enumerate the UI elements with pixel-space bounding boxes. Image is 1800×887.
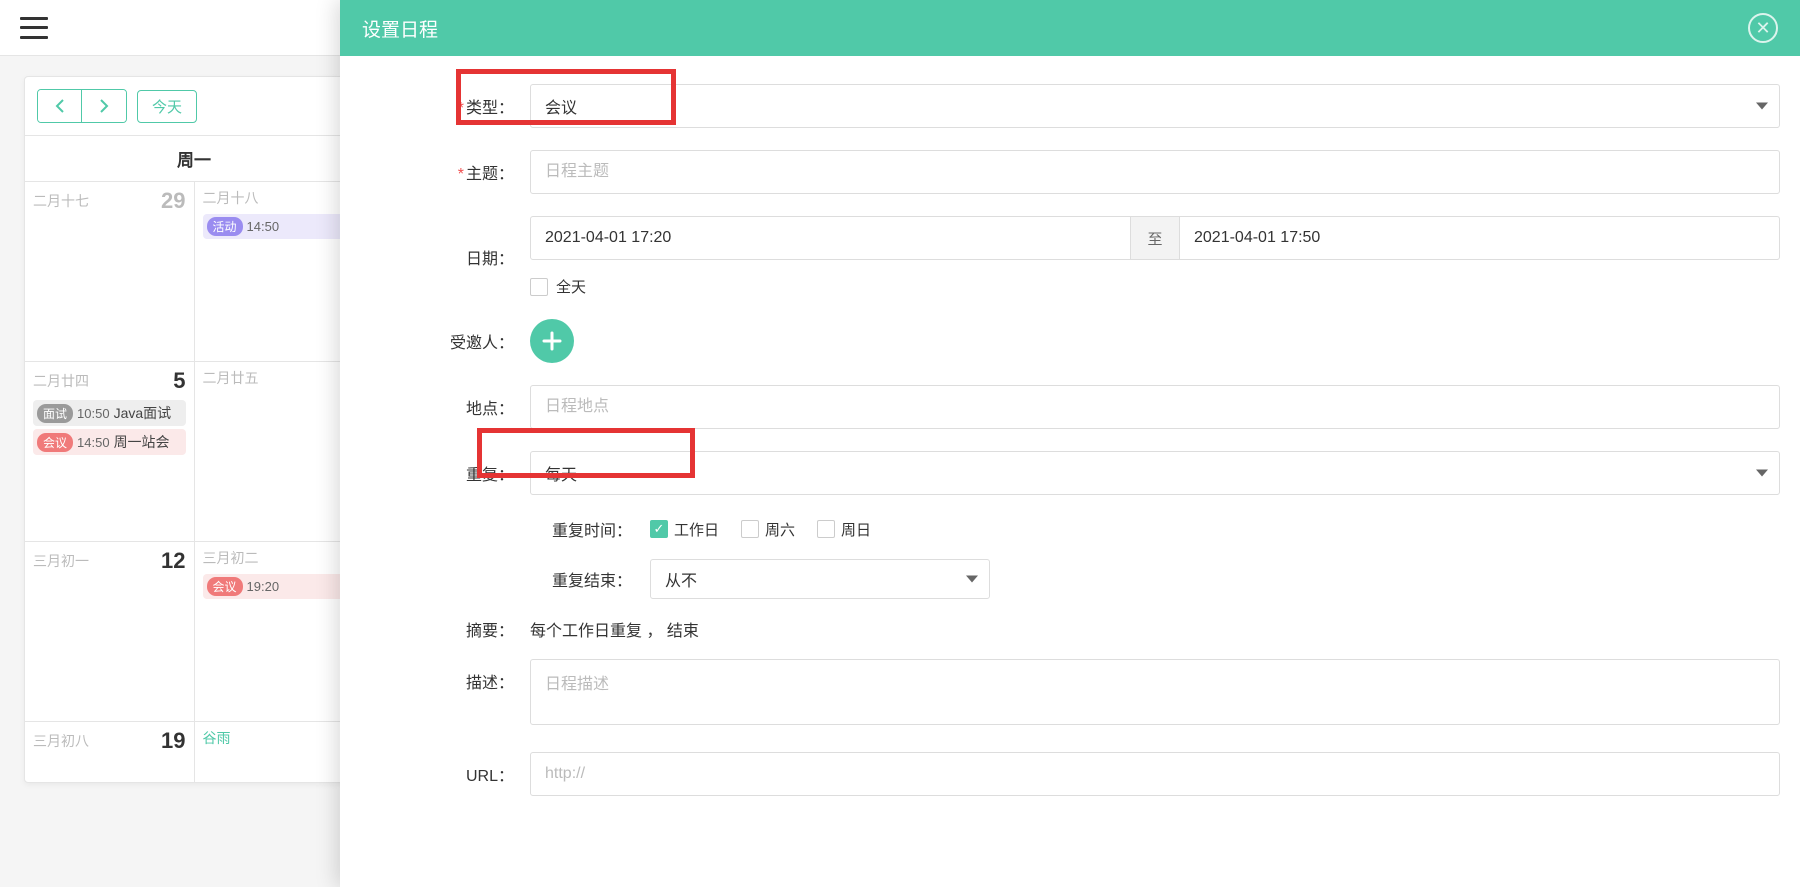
- type-label: *类型：: [440, 94, 530, 118]
- date-end-input[interactable]: [1179, 216, 1780, 260]
- allday-checkbox[interactable]: [530, 278, 548, 296]
- sunday-label: 周日: [841, 519, 871, 540]
- url-label: URL：: [440, 762, 530, 786]
- repeat-end-select[interactable]: [650, 559, 990, 599]
- next-button[interactable]: [82, 90, 126, 122]
- event-title: Java面试: [114, 403, 172, 423]
- lunar-date: 三月初八: [33, 731, 89, 751]
- workday-label: 工作日: [674, 519, 719, 540]
- location-input[interactable]: [530, 385, 1780, 429]
- lunar-date: 二月廿四: [33, 371, 89, 391]
- schedule-modal: 设置日程 ✕ *类型： *主题： 日期： 至: [340, 0, 1800, 887]
- summary-text: 每个工作日重复 ， 结束: [530, 617, 699, 641]
- sunday-checkbox[interactable]: [817, 520, 835, 538]
- solar-term: 谷雨: [203, 728, 231, 748]
- calendar-cell[interactable]: 三月初八 19: [25, 722, 195, 782]
- day-number: 29: [161, 188, 185, 214]
- event-tag: 活动: [207, 217, 243, 236]
- add-invitee-button[interactable]: [530, 319, 574, 363]
- lunar-date: 三月初二: [203, 548, 259, 568]
- day-number: 12: [161, 548, 185, 574]
- calendar-cell[interactable]: 谷雨: [195, 722, 364, 782]
- saturday-checkbox[interactable]: [741, 520, 759, 538]
- day-number: 5: [173, 368, 185, 394]
- repeat-end-label: 重复结束：: [530, 567, 650, 591]
- subject-input[interactable]: [530, 150, 1780, 194]
- calendar-panel: 今天 周一 二月十七 29 二月十八活动 14:50 二月廿四 5 面试 10:50 Java面…: [24, 76, 364, 783]
- saturday-label: 周六: [765, 519, 795, 540]
- hamburger-menu[interactable]: [20, 17, 48, 39]
- date-separator: 至: [1131, 216, 1179, 260]
- day-number: 19: [161, 728, 185, 754]
- location-label: 地点：: [440, 395, 530, 419]
- url-input[interactable]: [530, 752, 1780, 796]
- lunar-date: 二月十八: [203, 188, 259, 208]
- desc-label: 描述：: [440, 659, 530, 693]
- repeat-label: 重复：: [440, 461, 530, 485]
- calendar-event[interactable]: 面试 10:50 Java面试: [33, 400, 186, 426]
- calendar-weekday-header: 周一: [25, 135, 363, 182]
- type-select[interactable]: [530, 84, 1780, 128]
- event-time: 10:50: [77, 406, 110, 421]
- calendar-cell[interactable]: 三月初一 12: [25, 542, 195, 721]
- event-tag: 会议: [37, 433, 73, 452]
- repeat-select[interactable]: [530, 451, 1780, 495]
- today-button[interactable]: 今天: [137, 90, 197, 123]
- subject-label: *主题：: [440, 160, 530, 184]
- event-tag: 会议: [207, 577, 243, 596]
- event-time: 14:50: [77, 435, 110, 450]
- calendar-cell[interactable]: 二月廿五: [195, 362, 364, 541]
- repeat-time-label: 重复时间：: [530, 517, 650, 541]
- event-tag: 面试: [37, 404, 73, 423]
- event-time: 19:20: [247, 579, 280, 594]
- close-button[interactable]: ✕: [1748, 13, 1778, 43]
- lunar-date: 二月廿五: [203, 368, 259, 388]
- allday-label: 全天: [556, 276, 586, 297]
- modal-title: 设置日程: [362, 15, 438, 42]
- lunar-date: 三月初一: [33, 551, 89, 571]
- invitee-label: 受邀人：: [440, 329, 530, 353]
- calendar-event[interactable]: 会议 14:50 周一站会: [33, 429, 186, 455]
- event-time: 14:50: [247, 219, 280, 234]
- date-label: 日期：: [440, 245, 530, 269]
- calendar-event[interactable]: 会议 19:20: [203, 574, 356, 599]
- calendar-cell[interactable]: 二月廿四 5 面试 10:50 Java面试会议 14:50 周一站会: [25, 362, 195, 541]
- date-start-input[interactable]: [530, 216, 1131, 260]
- prev-button[interactable]: [38, 90, 82, 122]
- calendar-cell[interactable]: 二月十七 29: [25, 182, 195, 361]
- lunar-date: 二月十七: [33, 191, 89, 211]
- desc-textarea[interactable]: [530, 659, 1780, 725]
- summary-label: 摘要：: [440, 617, 530, 641]
- event-title: 周一站会: [114, 432, 170, 452]
- calendar-cell[interactable]: 三月初二会议 19:20: [195, 542, 364, 721]
- calendar-cell[interactable]: 二月十八活动 14:50: [195, 182, 364, 361]
- calendar-event[interactable]: 活动 14:50: [203, 214, 356, 239]
- workday-checkbox[interactable]: ✓: [650, 520, 668, 538]
